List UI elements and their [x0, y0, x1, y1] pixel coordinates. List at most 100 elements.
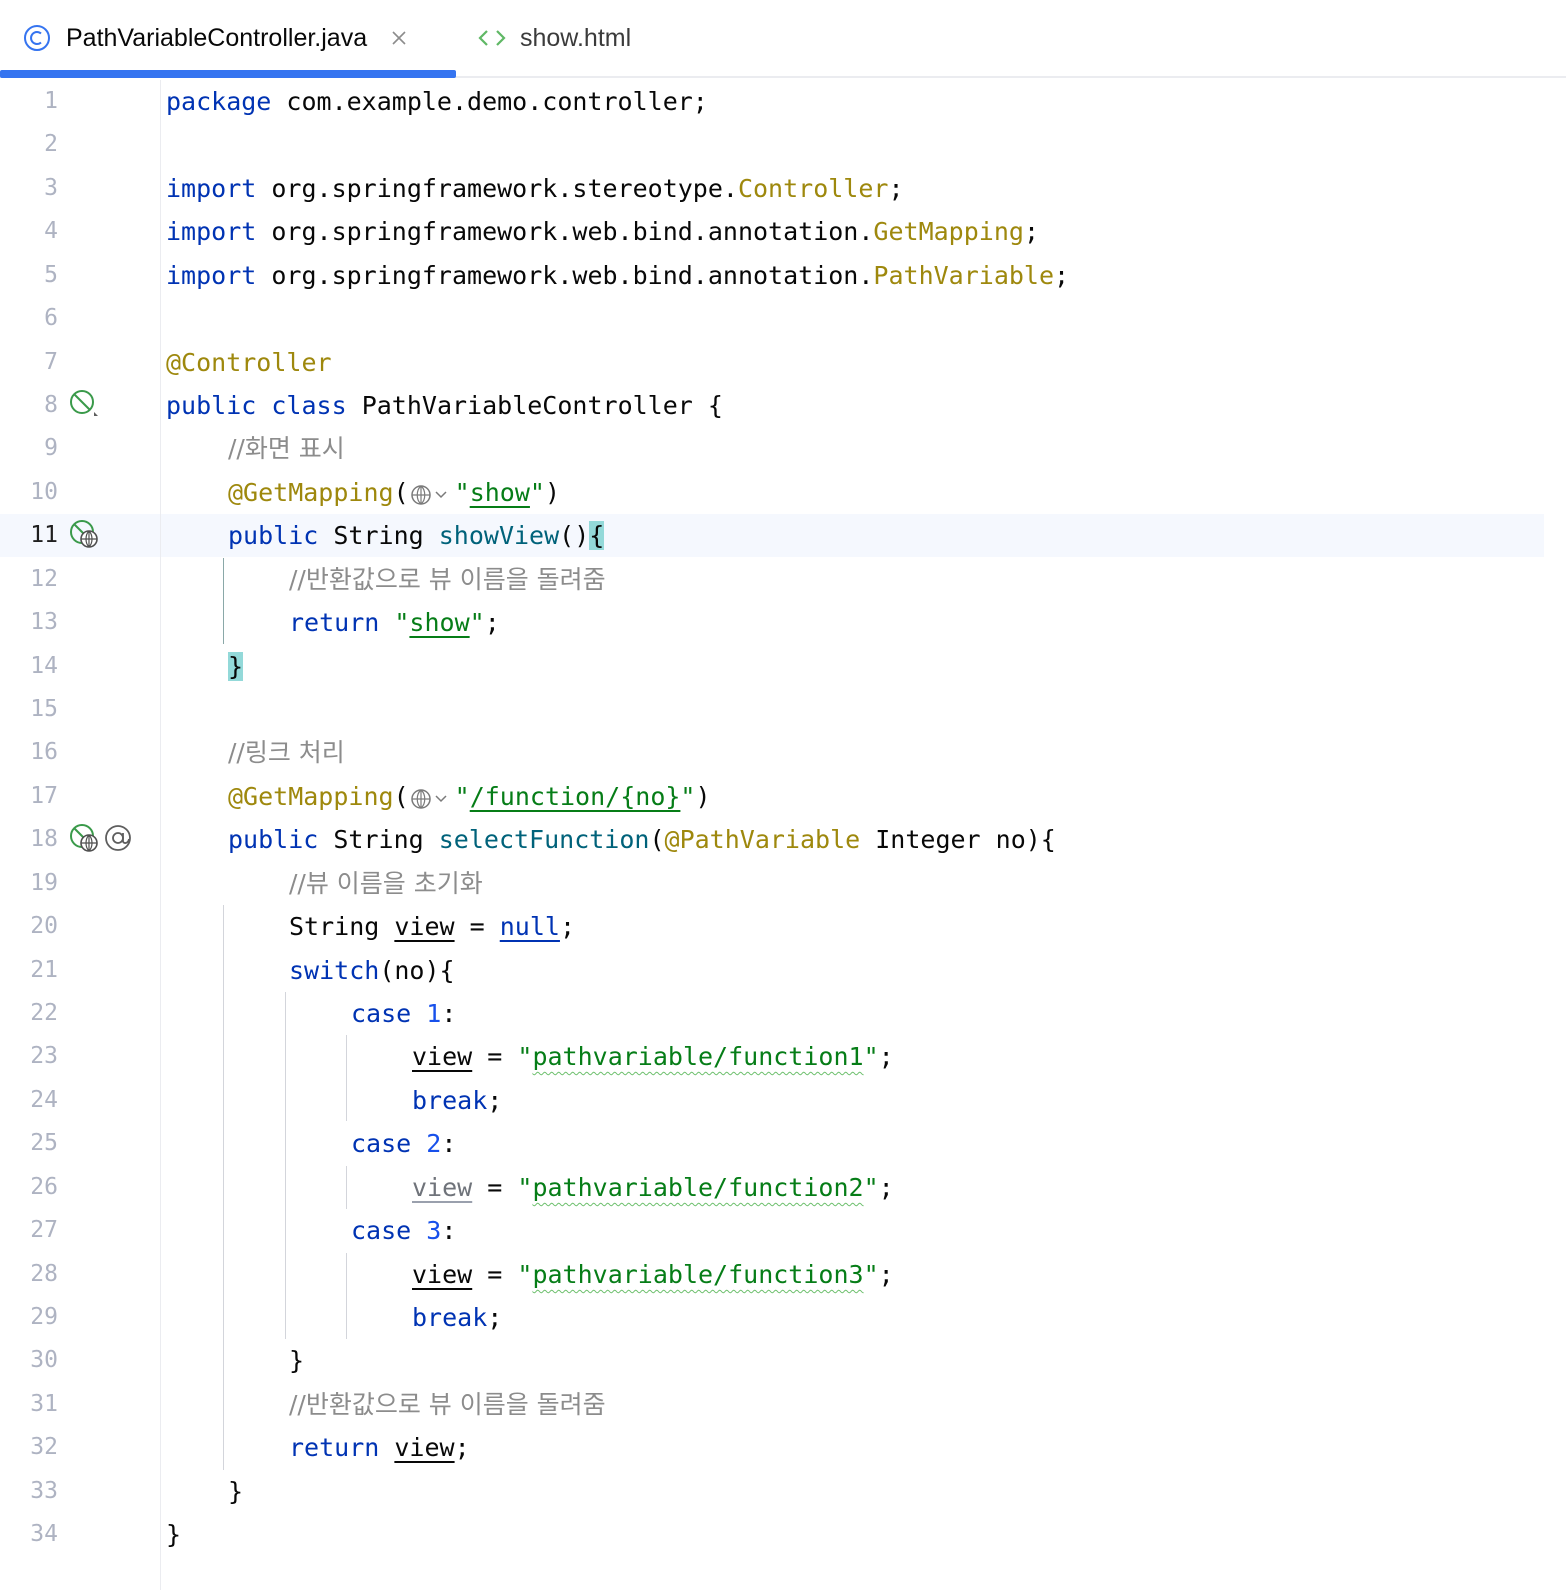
variable: view [394, 912, 455, 941]
code-line-30: } [289, 1339, 304, 1382]
keyword: case [351, 1216, 412, 1245]
paren: ( [649, 825, 665, 854]
variable: view [394, 1433, 455, 1462]
bean-disabled-icon[interactable] [68, 388, 100, 420]
quote: " [680, 782, 696, 811]
quote: " [454, 478, 470, 507]
line-number: 26 [30, 1174, 58, 1200]
line-number: 15 [30, 696, 58, 722]
class-ref: PathVariable [873, 261, 1055, 290]
code-line-14: } [228, 645, 244, 688]
code-line-3: import org.springframework.stereotype.Co… [166, 167, 904, 210]
quote: " [863, 1042, 879, 1071]
keyword: switch [289, 956, 380, 985]
tab-pathvariablecontroller-java[interactable]: PathVariableController.java [22, 0, 456, 76]
request-mapping-globe-icon[interactable] [68, 822, 100, 854]
comment: //뷰 이름을 초기화 [289, 869, 483, 898]
request-mapping-globe-icon[interactable] [68, 518, 100, 550]
semicolon: ; [1054, 261, 1070, 290]
string-value: pathvariable/function1 [532, 1042, 864, 1071]
variable-unused: view [412, 1173, 473, 1202]
package-path: org.springframework.web.bind.annotation. [256, 217, 874, 246]
code-line-17: @GetMapping("/function/{no}") [228, 775, 711, 818]
line-number: 23 [30, 1043, 58, 1069]
line-number: 22 [30, 1000, 58, 1026]
line-number: 7 [44, 349, 58, 375]
line-number: 4 [44, 218, 58, 244]
code-text: com.example.demo.controller; [271, 87, 708, 116]
code-editor[interactable]: 1 2 3 4 5 6 7 8 9 10 11 12 13 14 15 16 1… [0, 80, 1566, 1590]
line-number: 24 [30, 1087, 58, 1113]
string-value: pathvariable/function2 [532, 1173, 864, 1202]
comment: //반환값으로 뷰 이름을 돌려줌 [289, 565, 606, 594]
keyword: return [289, 608, 380, 637]
view-name[interactable]: show [409, 608, 469, 637]
code-line-5: import org.springframework.web.bind.anno… [166, 254, 1069, 297]
quote: " [517, 1042, 533, 1071]
paren: ( [393, 478, 409, 507]
globe-chevron-icon[interactable] [409, 478, 455, 505]
keyword: case [351, 999, 412, 1028]
line-number: 13 [30, 609, 58, 635]
indent-guide [346, 1166, 347, 1209]
colon: : [441, 999, 457, 1028]
quote: " [529, 478, 545, 507]
brace: } [166, 1520, 182, 1549]
close-icon[interactable] [389, 28, 409, 48]
code-line-20: String view = null; [289, 905, 575, 948]
code-line-18: public String selectFunction(@PathVariab… [228, 818, 1056, 861]
matched-brace: { [589, 521, 605, 550]
line-number: 18 [30, 826, 58, 852]
line-number: 20 [30, 913, 58, 939]
quote: " [863, 1173, 879, 1202]
package-path: org.springframework.web.bind.annotation. [256, 261, 874, 290]
line-number: 1 [44, 88, 58, 114]
brace: } [289, 1346, 305, 1375]
code-line-16: //링크 처리 [228, 731, 345, 774]
method-name: selectFunction [438, 825, 650, 854]
quote: " [469, 608, 485, 637]
line-number: 9 [44, 435, 58, 461]
quote: " [379, 608, 410, 637]
tab-show-html[interactable]: show.html [476, 0, 676, 76]
line-number: 16 [30, 739, 58, 765]
code-line-34: } [166, 1513, 181, 1556]
paren: () [559, 521, 590, 550]
code-line-27: case 3: [351, 1209, 456, 1252]
line-number: 10 [30, 479, 58, 505]
keyword: package [166, 87, 272, 116]
active-tab-indicator [0, 70, 456, 78]
html-file-icon [476, 26, 508, 50]
keyword: import [166, 174, 257, 203]
comment: //링크 처리 [228, 738, 345, 767]
indent-guide [346, 1253, 347, 1339]
code-line-28: view = "pathvariable/function3"; [412, 1253, 894, 1296]
code-line-21: switch(no){ [289, 949, 455, 992]
code-line-31: //반환값으로 뷰 이름을 돌려줌 [289, 1383, 606, 1426]
line-number: 3 [44, 175, 58, 201]
semicolon: ; [878, 1173, 894, 1202]
indent-guide [223, 558, 224, 644]
mapping-url[interactable]: /function/{no} [470, 782, 681, 811]
code-line-29: break; [412, 1296, 502, 1339]
semicolon: ; [1023, 217, 1039, 246]
keyword: case [351, 1129, 412, 1158]
switch-expr: (no){ [379, 956, 455, 985]
mapping-url[interactable]: show [470, 478, 530, 507]
line-number: 8 [44, 392, 58, 418]
globe-chevron-icon[interactable] [409, 782, 455, 809]
type: String [289, 912, 395, 941]
line-number: 25 [30, 1130, 58, 1156]
operator: = [472, 1260, 518, 1289]
brace: } [228, 1477, 244, 1506]
variable: view [412, 1260, 473, 1289]
at-sign-icon[interactable] [102, 822, 134, 854]
code-line-23: view = "pathvariable/function1"; [412, 1035, 894, 1078]
comment: //화면 표시 [228, 434, 345, 463]
code-line-10: @GetMapping("show") [228, 471, 560, 514]
tab-label: PathVariableController.java [66, 23, 368, 52]
line-number: 31 [30, 1391, 58, 1417]
number: 3 [426, 1216, 442, 1245]
number: 2 [426, 1129, 442, 1158]
line-number: 17 [30, 783, 58, 809]
